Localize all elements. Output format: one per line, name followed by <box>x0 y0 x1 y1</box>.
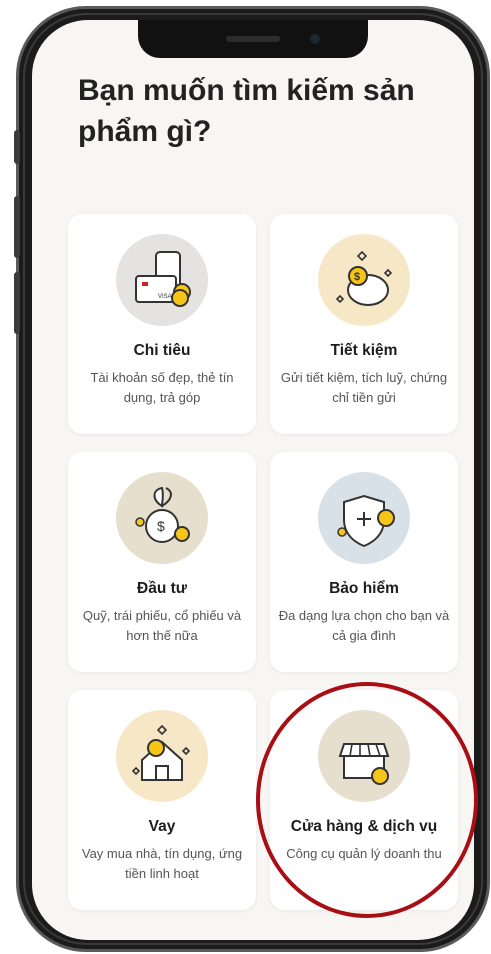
volume-up-button <box>14 196 20 258</box>
storefront-icon <box>318 710 410 802</box>
svg-text:$: $ <box>157 518 165 534</box>
card-description: Đa dạng lựa chọn cho bạn và cả gia đình <box>278 608 450 643</box>
card-description: Vay mua nhà, tín dụng, ứng tiền linh hoạ… <box>81 846 243 881</box>
card-description: Quỹ, trái phiếu, cổ phiếu và hơn thế nữa <box>82 608 242 643</box>
front-camera <box>310 34 320 44</box>
card-title: Vay <box>148 818 176 835</box>
card-description: Gửi tiết kiệm, tích luỹ, chứng chỉ tiền … <box>280 370 448 405</box>
card-cua-hang-dich-vu[interactable]: Cửa hàng & dịch vụ Công cụ quản lý doanh… <box>270 690 458 910</box>
volume-down-button <box>14 272 20 334</box>
phone-screen: Bạn muốn tìm kiếm sản phẩm gì? VISA Chi … <box>32 20 474 940</box>
piggy-bank-icon: $ <box>318 234 410 326</box>
house-coin-icon <box>116 710 208 802</box>
speaker-grille <box>226 36 280 42</box>
notch <box>138 20 368 58</box>
card-title: Tiết kiệm <box>330 342 398 359</box>
card-title: Cửa hàng & dịch vụ <box>290 818 438 835</box>
card-description: Tài khoản số đẹp, thẻ tín dụng, trả góp <box>90 370 234 405</box>
card-dau-tu[interactable]: $ Đầu tư Quỹ, trái phiếu, cổ phiếu và hơ… <box>68 452 256 672</box>
svg-text:$: $ <box>354 271 360 283</box>
card-wallet-icon: VISA <box>116 234 208 326</box>
card-description: Công cụ quản lý doanh thu <box>286 846 442 861</box>
svg-text:VISA: VISA <box>158 294 172 300</box>
card-tiet-kiem[interactable]: $ Tiết kiệm Gửi tiết kiệm, tích luỹ, chứ… <box>270 214 458 434</box>
money-bag-sprout-icon: $ <box>116 472 208 564</box>
card-title: Đầu tư <box>137 580 187 597</box>
card-chi-tieu[interactable]: VISA Chi tiêu Tài khoản số đẹp, thẻ tín … <box>68 214 256 434</box>
card-bao-hiem[interactable]: Bảo hiểm Đa dạng lựa chọn cho bạn và cả … <box>270 452 458 672</box>
page-title: Bạn muốn tìm kiếm sản phẩm gì? <box>78 74 415 148</box>
card-vay[interactable]: Vay Vay mua nhà, tín dụng, ứng tiền linh… <box>68 690 256 910</box>
mute-switch <box>14 130 20 164</box>
card-title: Bảo hiểm <box>329 580 399 597</box>
card-title: Chi tiêu <box>133 342 191 359</box>
shield-plus-icon <box>318 472 410 564</box>
